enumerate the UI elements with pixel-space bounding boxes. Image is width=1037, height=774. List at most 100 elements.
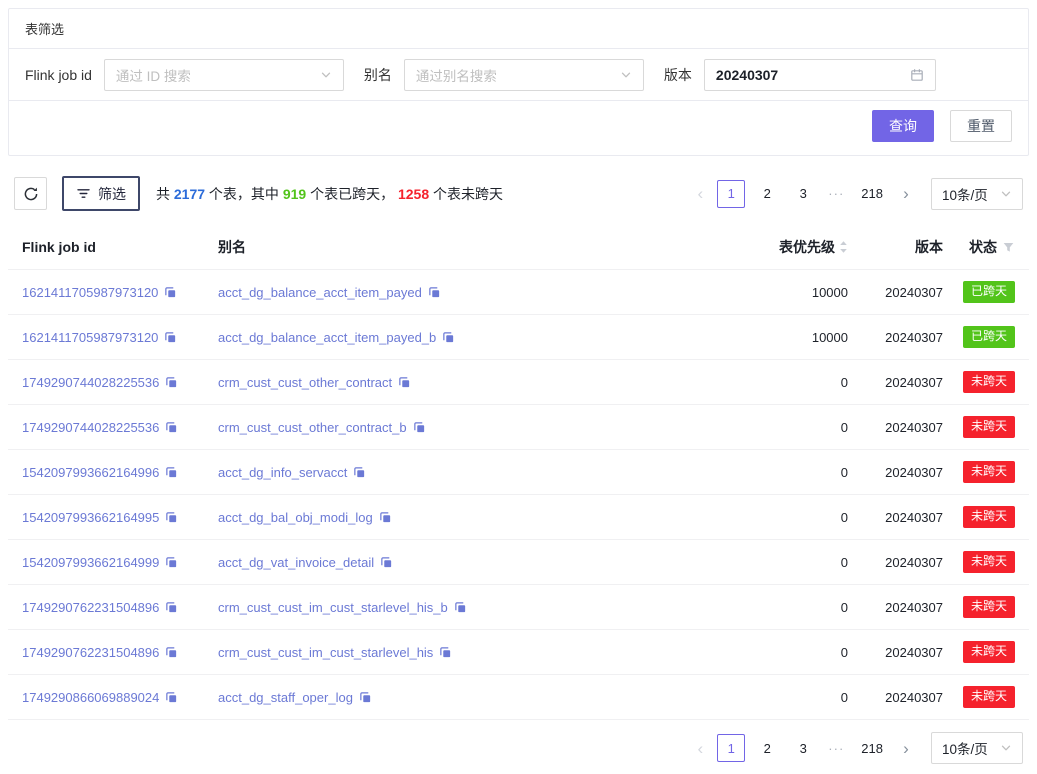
copy-icon[interactable]: [165, 556, 178, 569]
pagination-next-icon[interactable]: ›: [897, 185, 915, 202]
priority-cell: 0: [728, 510, 848, 525]
column-header-priority[interactable]: 表优先级: [728, 237, 848, 257]
alias-link[interactable]: acct_dg_balance_acct_item_payed: [218, 285, 422, 300]
table-row: 1749290744028225536 crm_cust_cust_other_…: [8, 405, 1029, 450]
pagination-page[interactable]: 1: [717, 180, 745, 208]
flink-job-id-select[interactable]: 通过 ID 搜索: [104, 59, 344, 91]
table-row: 1749290762231504896 crm_cust_cust_im_cus…: [8, 585, 1029, 630]
pagination-page[interactable]: 1: [717, 734, 745, 762]
pagination-page[interactable]: 218: [855, 180, 889, 208]
alias-select[interactable]: 通过别名搜索: [404, 59, 644, 91]
alias-link[interactable]: acct_dg_bal_obj_modi_log: [218, 510, 373, 525]
refresh-button[interactable]: [14, 177, 47, 210]
flink-job-id-link[interactable]: 1542097993662164995: [22, 510, 159, 525]
sort-icon[interactable]: [839, 240, 848, 254]
table-row: 1749290744028225536 crm_cust_cust_other_…: [8, 360, 1029, 405]
page-size-select[interactable]: 10条/页: [931, 178, 1023, 210]
alias-link[interactable]: acct_dg_info_servacct: [218, 465, 347, 480]
chevron-down-icon: [320, 69, 332, 81]
flink-job-id-link[interactable]: 1749290866069889024: [22, 690, 159, 705]
copy-icon[interactable]: [165, 646, 178, 659]
copy-icon[interactable]: [165, 691, 178, 704]
pagination-next-icon[interactable]: ›: [897, 740, 915, 757]
status-filter-icon[interactable]: [1002, 241, 1015, 254]
copy-icon[interactable]: [379, 511, 392, 524]
copy-icon[interactable]: [353, 466, 366, 479]
alias-cell: acct_dg_vat_invoice_detail: [218, 555, 728, 570]
flink-job-id-link[interactable]: 1749290762231504896: [22, 645, 159, 660]
pagination-page[interactable]: 3: [789, 180, 817, 208]
copy-icon[interactable]: [164, 286, 177, 299]
flink-job-id-link[interactable]: 1749290744028225536: [22, 375, 159, 390]
alias-link[interactable]: crm_cust_cust_im_cust_starlevel_his: [218, 645, 433, 660]
table-row: 1621411705987973120 acct_dg_balance_acct…: [8, 315, 1029, 360]
alias-field: 别名 通过别名搜索: [364, 59, 644, 91]
query-button[interactable]: 查询: [872, 110, 934, 142]
alias-link[interactable]: crm_cust_cust_other_contract: [218, 375, 392, 390]
alias-cell: crm_cust_cust_im_cust_starlevel_his: [218, 645, 728, 660]
copy-icon[interactable]: [165, 376, 178, 389]
filter-panel-header: 表筛选: [9, 9, 1028, 49]
alias-link[interactable]: crm_cust_cust_other_contract_b: [218, 420, 407, 435]
pagination-ellipsis[interactable]: ···: [825, 186, 847, 201]
flink-job-id-placeholder: 通过 ID 搜索: [116, 65, 191, 85]
pagination-prev-icon[interactable]: ‹: [691, 740, 709, 757]
alias-cell: acct_dg_bal_obj_modi_log: [218, 510, 728, 525]
copy-icon[interactable]: [442, 331, 455, 344]
copy-icon[interactable]: [165, 421, 178, 434]
flink-job-id-link[interactable]: 1621411705987973120: [22, 330, 158, 345]
copy-icon[interactable]: [454, 601, 467, 614]
alias-link[interactable]: acct_dg_staff_oper_log: [218, 690, 353, 705]
column-header-flink-job-id: Flink job id: [22, 239, 218, 255]
table-filter-page: 表筛选 Flink job id 通过 ID 搜索 别名 通过别名搜索: [0, 0, 1037, 774]
pagination-page[interactable]: 218: [855, 734, 889, 762]
filter-toggle-button[interactable]: 筛选: [62, 176, 140, 211]
summary-part: 个表已跨天，: [306, 186, 398, 202]
table-row: 1542097993662164999 acct_dg_vat_invoice_…: [8, 540, 1029, 585]
flink-job-id-link[interactable]: 1749290744028225536: [22, 420, 159, 435]
summary-part: 共: [156, 186, 174, 202]
copy-icon[interactable]: [380, 556, 393, 569]
flink-job-id-link[interactable]: 1749290762231504896: [22, 600, 159, 615]
version-date-value: 20240307: [716, 67, 778, 83]
version-label: 版本: [664, 65, 692, 85]
copy-icon[interactable]: [359, 691, 372, 704]
copy-icon[interactable]: [165, 601, 178, 614]
priority-cell: 0: [728, 375, 848, 390]
flink-job-id-link[interactable]: 1542097993662164996: [22, 465, 159, 480]
status-header-label: 状态: [969, 237, 997, 257]
pagination-page[interactable]: 2: [753, 734, 781, 762]
page-size-select[interactable]: 10条/页: [931, 732, 1023, 764]
version-cell: 20240307: [848, 600, 943, 615]
copy-icon[interactable]: [413, 421, 426, 434]
uncrossed-count: 1258: [398, 186, 429, 202]
pagination-ellipsis[interactable]: ···: [825, 741, 847, 756]
alias-cell: acct_dg_staff_oper_log: [218, 690, 728, 705]
reset-button[interactable]: 重置: [950, 110, 1012, 142]
alias-link[interactable]: acct_dg_balance_acct_item_payed_b: [218, 330, 436, 345]
alias-link[interactable]: crm_cust_cust_im_cust_starlevel_his_b: [218, 600, 448, 615]
table-row: 1542097993662164995 acct_dg_bal_obj_modi…: [8, 495, 1029, 540]
copy-icon[interactable]: [164, 331, 177, 344]
alias-cell: crm_cust_cust_other_contract: [218, 375, 728, 390]
pagination-prev-icon[interactable]: ‹: [691, 185, 709, 202]
pagination-page[interactable]: 3: [789, 734, 817, 762]
filter-panel: 表筛选 Flink job id 通过 ID 搜索 别名 通过别名搜索: [8, 8, 1029, 156]
flink-job-id-link[interactable]: 1542097993662164999: [22, 555, 159, 570]
version-date-input[interactable]: 20240307: [704, 59, 936, 91]
copy-icon[interactable]: [165, 466, 178, 479]
status-cell: 未跨天: [943, 461, 1015, 483]
status-badge: 已跨天: [963, 326, 1015, 348]
copy-icon[interactable]: [428, 286, 441, 299]
alias-link[interactable]: acct_dg_vat_invoice_detail: [218, 555, 374, 570]
copy-icon[interactable]: [439, 646, 452, 659]
crossed-count: 919: [283, 186, 306, 202]
table-body: 1621411705987973120 acct_dg_balance_acct…: [8, 270, 1029, 720]
version-cell: 20240307: [848, 285, 943, 300]
version-cell: 20240307: [848, 690, 943, 705]
flink-job-id-link[interactable]: 1621411705987973120: [22, 285, 158, 300]
status-cell: 未跨天: [943, 686, 1015, 708]
copy-icon[interactable]: [398, 376, 411, 389]
pagination-page[interactable]: 2: [753, 180, 781, 208]
copy-icon[interactable]: [165, 511, 178, 524]
